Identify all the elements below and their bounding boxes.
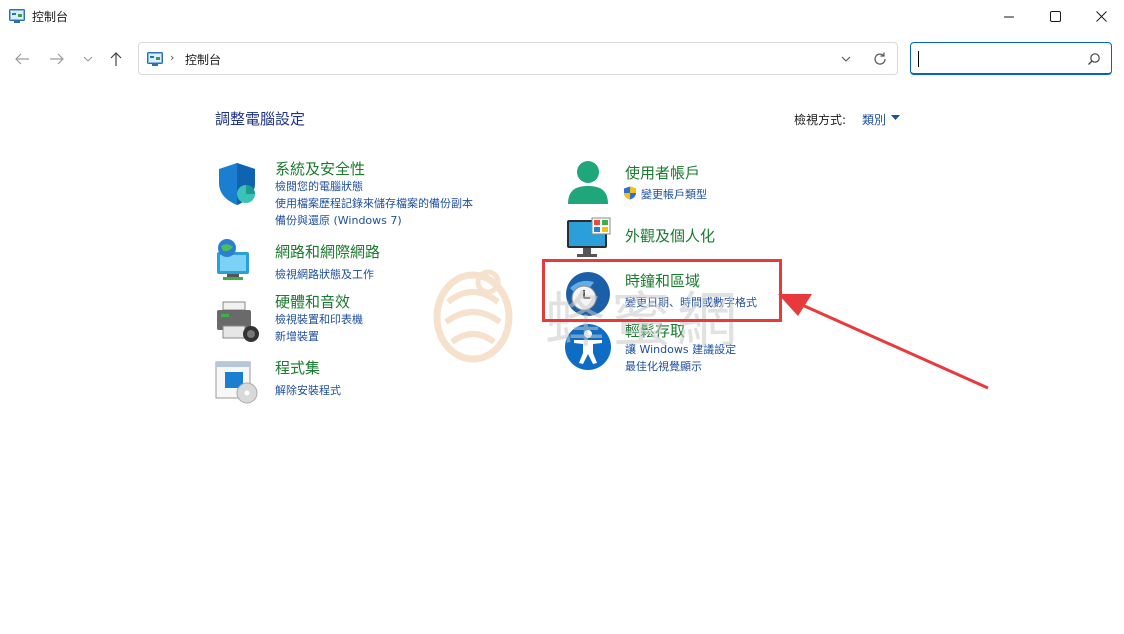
monitor-personalization-icon[interactable]: [564, 214, 612, 262]
link-change-date-time-format[interactable]: 變更日期、時間或數字格式: [625, 294, 757, 310]
category-hardware-sound[interactable]: 硬體和音效: [275, 291, 350, 312]
link-network-status[interactable]: 檢視網路狀態及工作: [275, 266, 374, 282]
arrow-left-icon: [15, 53, 29, 65]
page-title: 調整電腦設定: [215, 110, 306, 128]
up-button[interactable]: [104, 47, 128, 71]
search-icon[interactable]: [1087, 52, 1101, 66]
minimize-icon: [1004, 16, 1014, 17]
network-globe-icon[interactable]: [213, 236, 261, 284]
back-button[interactable]: [10, 47, 34, 71]
clock-globe-icon[interactable]: [564, 270, 612, 318]
shield-icon[interactable]: [213, 160, 261, 208]
category-clock-region[interactable]: 時鐘和區域: [625, 270, 700, 291]
annotation-arrow-icon: [778, 294, 989, 390]
forward-button[interactable]: [45, 47, 69, 71]
link-change-account-type[interactable]: 變更帳戶類型: [641, 186, 707, 202]
programs-icon[interactable]: [213, 357, 261, 405]
title-bar: 控制台: [0, 0, 1124, 33]
close-icon: [1095, 11, 1107, 22]
link-devices-printers[interactable]: 檢視裝置和印表機: [275, 311, 363, 327]
user-account-icon[interactable]: [564, 158, 612, 206]
control-panel-icon: [9, 9, 25, 23]
view-by-dropdown[interactable]: 類別: [862, 111, 886, 128]
recent-locations-button[interactable]: [76, 47, 100, 71]
minimize-button[interactable]: [986, 0, 1032, 33]
category-programs[interactable]: 程式集: [275, 357, 320, 378]
link-file-history[interactable]: 使用檔案歷程記錄來儲存檔案的備份副本: [275, 195, 473, 211]
arrow-up-icon: [110, 52, 122, 66]
category-user-accounts[interactable]: 使用者帳戶: [625, 162, 700, 183]
link-backup-restore[interactable]: 備份與還原 (Windows 7): [275, 212, 402, 228]
category-system-security[interactable]: 系統及安全性: [275, 158, 365, 179]
category-network-internet[interactable]: 網路和網際網路: [275, 241, 380, 262]
breadcrumb-separator: ›: [170, 51, 175, 64]
chevron-down-icon: [83, 56, 93, 62]
chevron-down-icon[interactable]: [839, 53, 853, 65]
link-review-status[interactable]: 檢閱您的電腦狀態: [275, 178, 363, 194]
link-uninstall-program[interactable]: 解除安裝程式: [275, 382, 341, 398]
view-by-label: 檢視方式:: [794, 113, 847, 127]
caret-down-icon[interactable]: [891, 115, 900, 121]
address-bar[interactable]: › 控制台: [138, 42, 898, 75]
maximize-icon: [1049, 11, 1061, 22]
window-title: 控制台: [32, 10, 69, 24]
category-ease-of-access[interactable]: 輕鬆存取: [625, 320, 685, 341]
arrow-right-icon: [50, 53, 64, 65]
search-input[interactable]: [917, 49, 1077, 67]
search-box[interactable]: [910, 42, 1112, 75]
breadcrumb-control-panel[interactable]: 控制台: [185, 51, 221, 68]
link-add-device[interactable]: 新增裝置: [275, 328, 319, 344]
text-caret: [918, 51, 919, 67]
close-button[interactable]: [1078, 0, 1124, 33]
accessibility-icon[interactable]: [564, 323, 612, 371]
link-let-windows-suggest[interactable]: 讓 Windows 建議設定: [625, 341, 736, 357]
printer-icon[interactable]: [213, 298, 261, 346]
link-optimize-visual-display[interactable]: 最佳化視覺顯示: [625, 358, 702, 374]
control-panel-icon: [147, 52, 163, 66]
uac-shield-icon: [624, 186, 636, 200]
refresh-icon[interactable]: [872, 51, 888, 67]
maximize-button[interactable]: [1032, 0, 1078, 33]
category-appearance-personalization[interactable]: 外觀及個人化: [625, 225, 715, 246]
